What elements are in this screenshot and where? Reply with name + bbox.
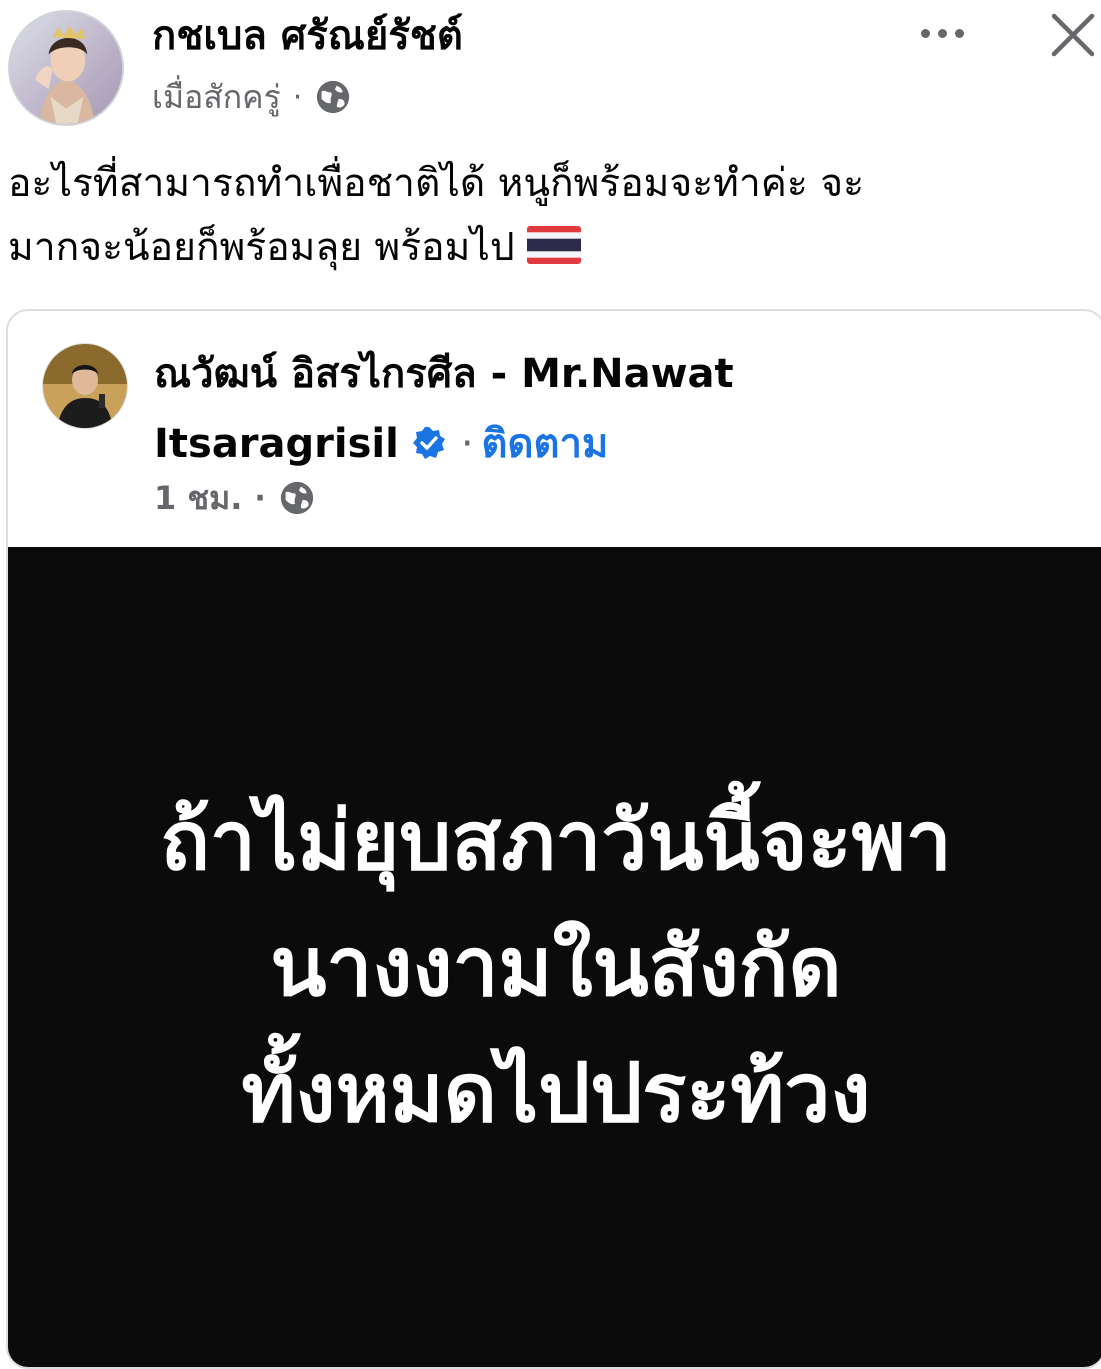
more-options-button[interactable] [912, 18, 972, 48]
image-text: ถ้าไม่ยุบสภาวันนี้จะพา นางงามในสังกัด ทั… [8, 779, 1101, 1157]
close-button[interactable] [1046, 8, 1100, 62]
verified-badge-icon [411, 425, 447, 461]
post-author-name[interactable]: กชเบล ศรัณย์รัชต์ [152, 8, 463, 64]
caption-line: อะไรที่สามารถทำเพื่อชาติได้ หนูก็พร้อมจะ… [8, 161, 865, 206]
caption-line-2: มากจะน้อยก็พร้อมลุย พร้อมไป [8, 216, 1093, 280]
image-text-line: ถ้าไม่ยุบสภาวันนี้จะพา [160, 794, 952, 889]
shared-post-card[interactable]: ณวัฒน์ อิสรไกรศีล - Mr.Nawat Itsaragrisi… [6, 309, 1101, 1369]
shared-author-name-en-2[interactable]: Itsaragrisil [154, 421, 399, 467]
image-text-line: นางงามในสังกัด [270, 920, 842, 1015]
post-timestamp[interactable]: เมื่อสักครู่ [152, 72, 281, 123]
image-text-line: ทั้งหมดไปประท้วง [241, 1046, 871, 1141]
more-horizontal-icon-dot [937, 28, 947, 38]
close-icon [1051, 13, 1095, 57]
shared-post-image[interactable]: ถ้าไม่ยุบสภาวันนี้จะพา นางงามในสังกัด ทั… [8, 547, 1101, 1367]
author-avatar-image [10, 12, 122, 124]
shared-meta-separator: · [254, 480, 266, 516]
follow-button[interactable]: ติดตาม [482, 421, 609, 467]
shared-author-avatar-image [43, 344, 127, 428]
shared-post-meta: 1 ชม. · [154, 475, 316, 521]
post-meta: เมื่อสักครู่ · [152, 74, 352, 120]
shared-author-name: ณวัฒน์ อิสรไกรศีล - Mr.Nawat Itsaragrisi… [154, 339, 914, 479]
more-horizontal-icon [920, 28, 930, 38]
follow-separator: · [460, 421, 474, 467]
caption-line-text: มากจะน้อยก็พร้อมลุย พร้อมไป [8, 225, 515, 270]
meta-separator: · [292, 79, 303, 115]
shared-author-name-thai[interactable]: ณวัฒน์ อิสรไกรศีล [154, 351, 477, 397]
more-horizontal-icon-dot [954, 28, 964, 38]
author-avatar[interactable] [8, 10, 124, 126]
shared-author-name-sep: - [490, 351, 508, 397]
thailand-flag-icon [526, 226, 581, 264]
globe-icon[interactable] [278, 479, 316, 517]
shared-author-avatar[interactable] [42, 343, 128, 429]
globe-icon[interactable] [314, 78, 352, 116]
shared-post-timestamp[interactable]: 1 ชม. [154, 473, 242, 524]
post-caption: อะไรที่สามารถทำเพื่อชาติได้ หนูก็พร้อมจะ… [8, 152, 1093, 280]
shared-author-name-en[interactable]: Mr.Nawat [521, 351, 734, 397]
